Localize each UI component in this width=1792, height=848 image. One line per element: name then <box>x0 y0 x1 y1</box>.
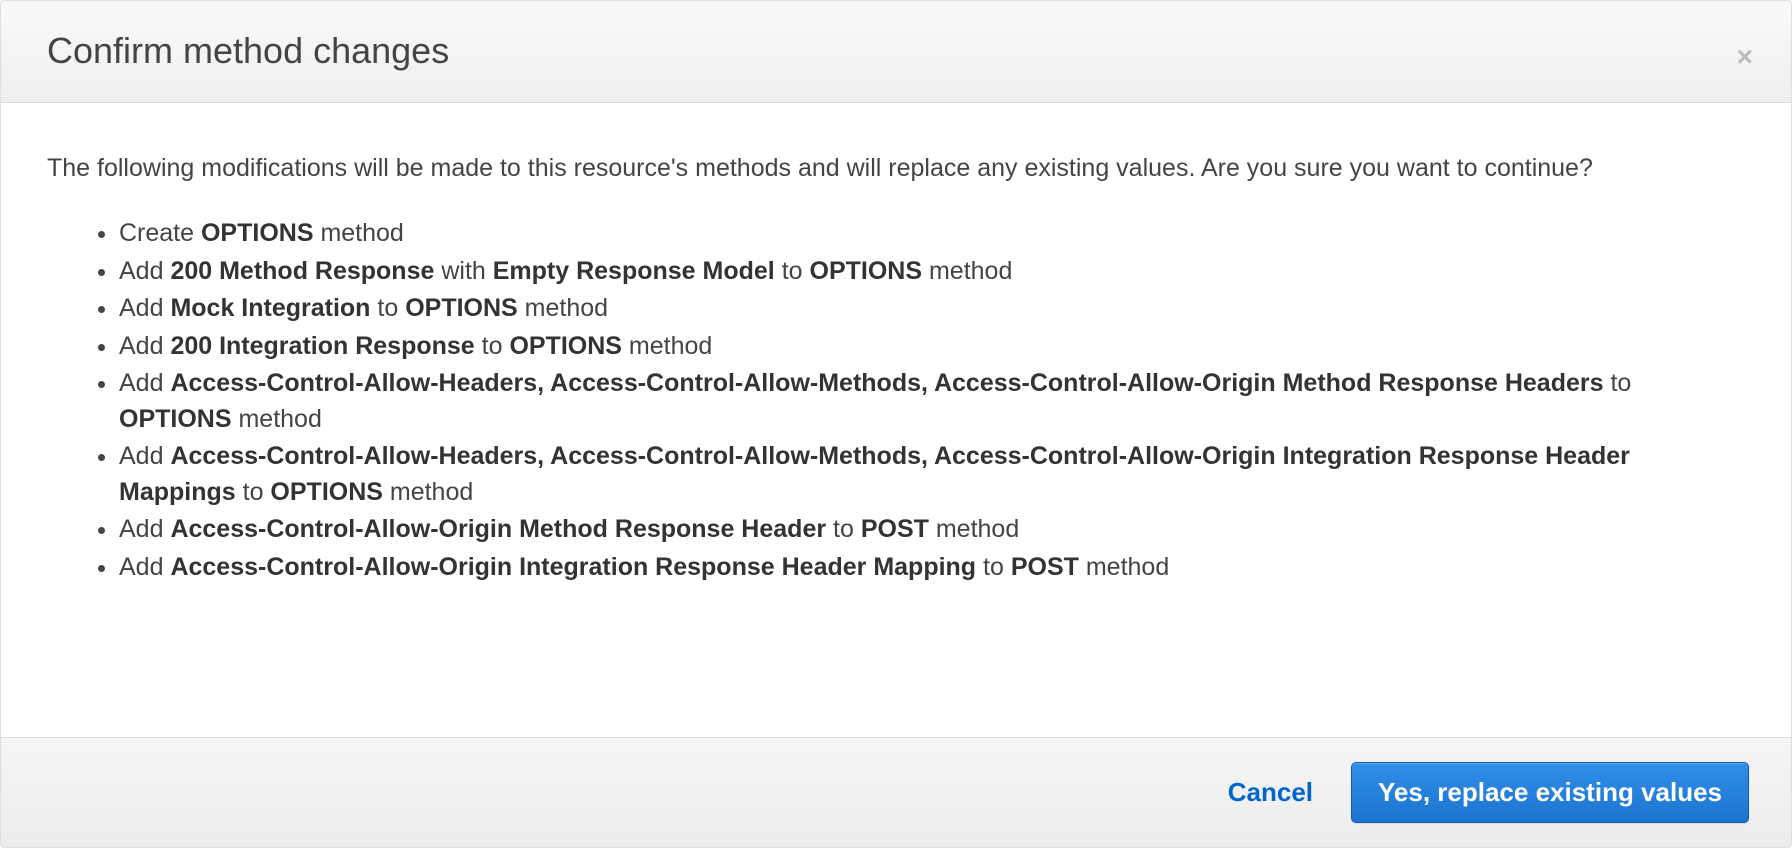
dialog-header: Confirm method changes × <box>1 1 1791 103</box>
change-item: Create OPTIONS method <box>119 216 1745 252</box>
change-item: Add Access-Control-Allow-Origin Method R… <box>119 512 1745 548</box>
change-item: Add Access-Control-Allow-Origin Integrat… <box>119 550 1745 586</box>
change-item: Add 200 Integration Response to OPTIONS … <box>119 329 1745 365</box>
changes-list: Create OPTIONS methodAdd 200 Method Resp… <box>47 216 1745 585</box>
dialog-body: The following modifications will be made… <box>1 103 1791 737</box>
dialog-intro-text: The following modifications will be made… <box>47 151 1745 186</box>
change-item: Add Access-Control-Allow-Headers, Access… <box>119 439 1745 510</box>
confirm-dialog: Confirm method changes × The following m… <box>0 0 1792 848</box>
dialog-title: Confirm method changes <box>47 29 1745 72</box>
change-item: Add 200 Method Response with Empty Respo… <box>119 254 1745 290</box>
cancel-button[interactable]: Cancel <box>1224 771 1317 814</box>
close-icon[interactable]: × <box>1737 43 1753 71</box>
change-item: Add Mock Integration to OPTIONS method <box>119 291 1745 327</box>
dialog-footer: Cancel Yes, replace existing values <box>1 737 1791 847</box>
change-item: Add Access-Control-Allow-Headers, Access… <box>119 366 1745 437</box>
confirm-button[interactable]: Yes, replace existing values <box>1351 762 1749 823</box>
